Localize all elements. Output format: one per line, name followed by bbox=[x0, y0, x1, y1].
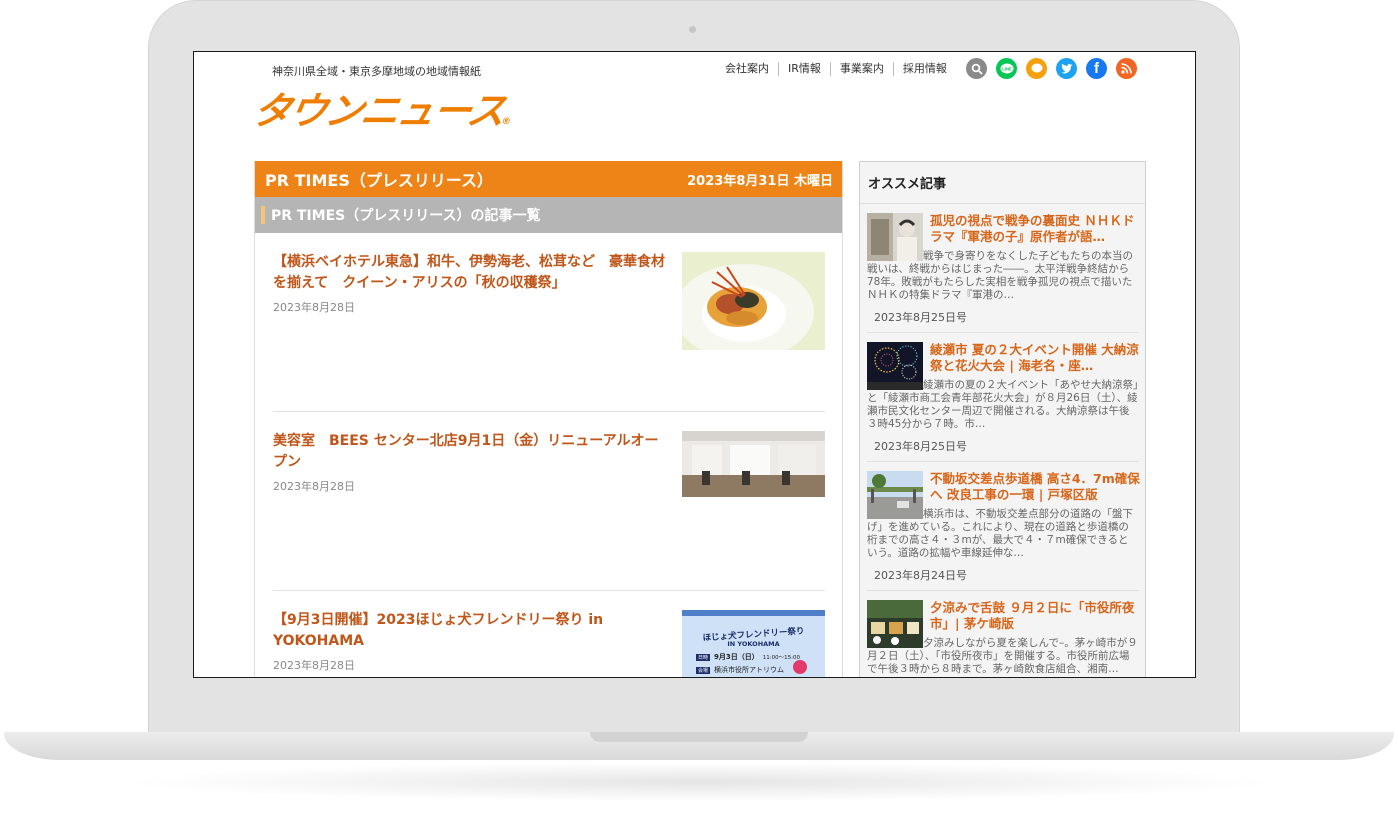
poster-top-band bbox=[682, 610, 825, 616]
sidebar-title: オススメ記事 bbox=[860, 162, 1145, 204]
article-list-section: PR TIMES（プレスリリース） 2023年8月31日 木曜日 PR TIME… bbox=[254, 161, 843, 677]
line-icon[interactable]: LINE bbox=[996, 58, 1017, 79]
poster-place: 横浜市役所アトリウム bbox=[714, 666, 785, 674]
poster-date-label: 日時 bbox=[696, 653, 711, 661]
recommended-item[interactable]: 夕涼みで舌鼓 ９月２日に「市役所夜市」| 茅ケ崎版 夕涼みしながら夏を楽しんで–… bbox=[867, 600, 1140, 677]
poster-time: 11:00〜15:00 bbox=[762, 655, 800, 661]
poster-date: 9月3日（日） bbox=[714, 653, 759, 661]
laptop-shadow bbox=[120, 762, 1280, 802]
section-header: PR TIMES（プレスリリース） 2023年8月31日 木曜日 bbox=[255, 161, 842, 197]
article-item[interactable]: 【横浜ベイホテル東急】和牛、伊勢海老、松茸など 豪華食材を揃えて クイーン・アリ… bbox=[273, 252, 825, 412]
article-title[interactable]: 【9月3日開催】2023ほじょ犬フレンドリー祭り in YOKOHAMA bbox=[273, 610, 668, 652]
recommended-title[interactable]: 夕涼みで舌鼓 ９月２日に「市役所夜市」| 茅ケ崎版 bbox=[930, 600, 1140, 632]
logo-registered-mark: ® bbox=[500, 117, 512, 127]
nav-link-company[interactable]: 会社案内 bbox=[716, 62, 779, 76]
camera-dot bbox=[689, 26, 696, 33]
rss-icon[interactable] bbox=[1116, 58, 1137, 79]
article-date: 2023年8月28日 bbox=[273, 301, 355, 314]
recommended-date: 2023年8月25日号 bbox=[874, 440, 967, 453]
recommended-sidebar: オススメ記事 孤児の視点で戦争の裏面史 ＮＨＫドラマ『軍港の子』原作者が語… 戦… bbox=[859, 161, 1146, 677]
nav-link-recruit[interactable]: 採用情報 bbox=[894, 62, 956, 76]
article-date: 2023年8月28日 bbox=[273, 480, 355, 493]
article-thumbnail-salon[interactable] bbox=[682, 431, 825, 497]
poster-place-label: 会場 bbox=[696, 666, 711, 674]
recommended-item[interactable]: 不動坂交差点歩道橋 高さ4．7m確保へ 改良工事の一環 | 戸塚区版 横浜市は、… bbox=[867, 471, 1140, 591]
section-title: PR TIMES（プレスリリース） bbox=[265, 171, 494, 190]
recommended-excerpt: 綾瀬市の夏の２大イベント「あやせ大納涼祭」と「綾瀬市商工会青年部花火大会」が８月… bbox=[867, 379, 1139, 430]
article-title[interactable]: 【横浜ベイホテル東急】和牛、伊勢海老、松茸など 豪華食材を揃えて クイーン・アリ… bbox=[273, 252, 668, 294]
logo-text: タウンニュース bbox=[249, 89, 508, 133]
poster-badge bbox=[793, 660, 807, 674]
top-nav: 会社案内 IR情報 事業案内 採用情報 bbox=[716, 62, 956, 76]
article-thumbnail-poster[interactable]: ほじょ犬フレンドリー祭り IN YOKOHAMA 日時 9月3日（日） 11:0… bbox=[682, 610, 825, 677]
recommended-title[interactable]: 孤児の視点で戦争の裏面史 ＮＨＫドラマ『軍港の子』原作者が語… bbox=[930, 213, 1140, 245]
recommended-title[interactable]: 不動坂交差点歩道橋 高さ4．7m確保へ 改良工事の一環 | 戸塚区版 bbox=[930, 471, 1140, 503]
social-icons: LINE f bbox=[966, 58, 1137, 79]
chat-bubble-icon[interactable] bbox=[1026, 58, 1047, 79]
nav-link-ir[interactable]: IR情報 bbox=[779, 62, 831, 76]
article-date: 2023年8月28日 bbox=[273, 659, 355, 672]
search-icon[interactable] bbox=[966, 58, 987, 79]
svg-text:LINE: LINE bbox=[1002, 66, 1012, 71]
twitter-icon[interactable] bbox=[1056, 58, 1077, 79]
recommended-excerpt: 夕涼みしながら夏を楽しんで–。茅ヶ崎市が９月２日（土）、「市役所夜市」を開催する… bbox=[867, 637, 1138, 675]
list-header-marker bbox=[261, 206, 265, 224]
article-item[interactable]: 美容室 BEES センター北店9月1日（金）リニューアルオープン 2023年8月… bbox=[273, 431, 825, 591]
current-date: 2023年8月31日 木曜日 bbox=[687, 173, 833, 189]
nav-link-business[interactable]: 事業案内 bbox=[831, 62, 894, 76]
article-title[interactable]: 美容室 BEES センター北店9月1日（金）リニューアルオープン bbox=[273, 431, 668, 473]
recommended-excerpt: 戦争で身寄りをなくした子どもたちの本当の戦いは、終戦からはじまった――。太平洋戦… bbox=[867, 250, 1133, 301]
poster-date-row: 日時 9月3日（日） 11:00〜15:00 bbox=[696, 652, 825, 662]
facebook-icon[interactable]: f bbox=[1086, 58, 1107, 79]
recommended-item[interactable]: 綾瀬市 夏の２大イベント開催 大納涼祭と花火大会 | 海老名・座… 綾瀬市の夏の… bbox=[867, 342, 1139, 462]
article-item[interactable]: 【9月3日開催】2023ほじょ犬フレンドリー祭り in YOKOHAMA 202… bbox=[273, 610, 825, 677]
site-tagline: 神奈川県全域・東京多摩地域の地域情報紙 bbox=[272, 65, 481, 78]
recommended-date: 2023年8月24日号 bbox=[874, 569, 967, 582]
list-title: PR TIMES（プレスリリース）の記事一覧 bbox=[271, 208, 541, 224]
laptop-notch bbox=[590, 732, 808, 742]
laptop-mockup: 神奈川県全域・東京多摩地域の地域情報紙 タウンニュース® 会社案内 IR情報 事… bbox=[0, 0, 1398, 820]
site-logo[interactable]: タウンニュース® bbox=[249, 80, 518, 135]
article-thumbnail-dish[interactable] bbox=[682, 252, 825, 350]
list-header: PR TIMES（プレスリリース）の記事一覧 bbox=[255, 197, 842, 233]
recommended-date: 2023年8月25日号 bbox=[874, 311, 967, 324]
recommended-title[interactable]: 綾瀬市 夏の２大イベント開催 大納涼祭と花火大会 | 海老名・座… bbox=[930, 342, 1140, 374]
recommended-excerpt: 横浜市は、不動坂交差点部分の道路の「盤下げ」を進めている。これにより、現在の道路… bbox=[867, 508, 1133, 559]
browser-screen: 神奈川県全域・東京多摩地域の地域情報紙 タウンニュース® 会社案内 IR情報 事… bbox=[193, 51, 1196, 678]
recommended-item[interactable]: 孤児の視点で戦争の裏面史 ＮＨＫドラマ『軍港の子』原作者が語… 戦争で身寄りをな… bbox=[867, 213, 1139, 333]
